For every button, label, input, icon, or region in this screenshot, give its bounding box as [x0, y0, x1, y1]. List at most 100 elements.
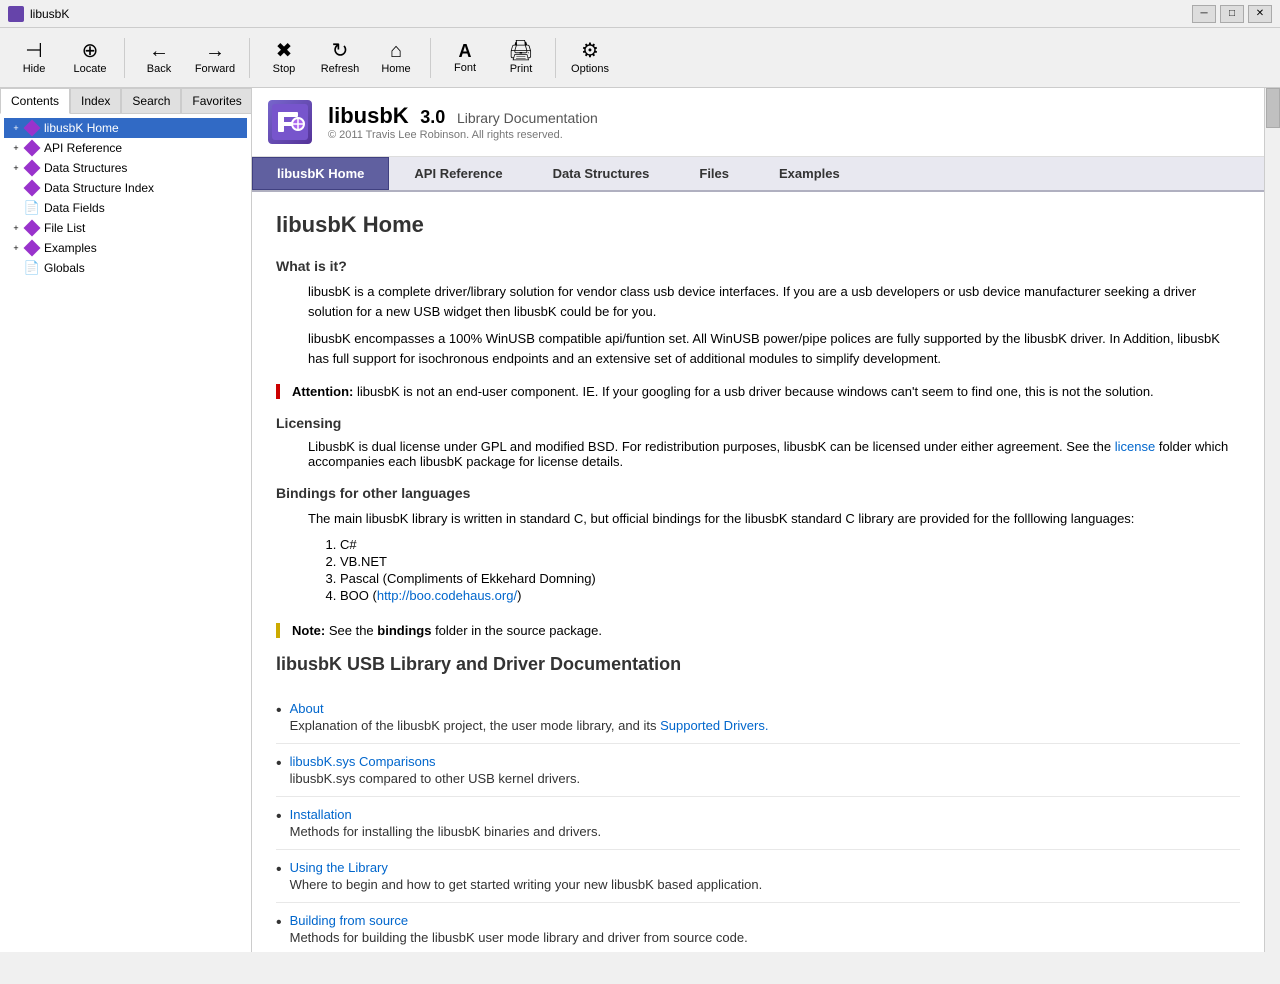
font-button[interactable]: A Font — [439, 32, 491, 84]
forward-button[interactable]: → Forward — [189, 32, 241, 84]
titlebar-controls: ─ □ ✕ — [1192, 5, 1272, 23]
home-button[interactable]: ⌂ Home — [370, 32, 422, 84]
list-item: VB.NET — [340, 554, 1240, 569]
expand-icon[interactable]: + — [8, 143, 24, 153]
options-button[interactable]: ⚙ Options — [564, 32, 616, 84]
logo-svg — [272, 104, 308, 140]
sidebar: Contents Index Search Favorites + libusb… — [0, 88, 252, 952]
content-area: libusbK 3.0 Library Documentation © 2011… — [252, 88, 1264, 952]
diamond-icon — [24, 240, 40, 256]
content-header: libusbK 3.0 Library Documentation © 2011… — [252, 88, 1264, 157]
main-layout: Contents Index Search Favorites + libusb… — [0, 88, 1280, 952]
content-body: libusbK Home What is it? libusbK is a co… — [252, 192, 1264, 952]
licensing-title: Licensing — [276, 415, 1240, 431]
stop-icon: ✖ — [276, 41, 293, 61]
bindings-intro: The main libusbK library is written in s… — [308, 509, 1240, 529]
nav-tab-home[interactable]: libusbK Home — [252, 157, 389, 190]
installation-link[interactable]: Installation — [290, 807, 601, 822]
usb-section-title: libusbK USB Library and Driver Documenta… — [276, 654, 1240, 675]
minimize-button[interactable]: ─ — [1192, 5, 1216, 23]
boo-link[interactable]: http://boo.codehaus.org/ — [377, 588, 517, 603]
font-label: Font — [454, 62, 476, 74]
titlebar-left: libusbK — [8, 6, 69, 22]
toolbar-sep-1 — [124, 38, 125, 78]
sidebar-item-libusbk-home[interactable]: + libusbK Home — [4, 118, 247, 138]
licensing-text: LibusbK is dual license under GPL and mo… — [308, 439, 1111, 454]
locate-button[interactable]: ⊕ Locate — [64, 32, 116, 84]
options-icon: ⚙ — [581, 41, 599, 61]
what-is-it-section: What is it? libusbK is a complete driver… — [276, 258, 1240, 368]
installation-desc: Methods for installing the libusbK binar… — [290, 824, 601, 839]
sidebar-item-api-reference[interactable]: + API Reference — [4, 138, 247, 158]
building-source-link[interactable]: Building from source — [290, 913, 748, 928]
tree-item-label: File List — [44, 221, 85, 235]
doc-icon: 📄 — [24, 200, 40, 216]
expand-icon[interactable]: + — [8, 223, 24, 233]
refresh-button[interactable]: ↻ Refresh — [314, 32, 366, 84]
sidebar-content: + libusbK Home + API Reference + Data St… — [0, 114, 251, 952]
doc-list-text-building-source: Building from source Methods for buildin… — [290, 913, 748, 945]
maximize-button[interactable]: □ — [1220, 5, 1244, 23]
libusbk-sys-desc: libusbK.sys compared to other USB kernel… — [290, 771, 580, 786]
home-icon: ⌂ — [390, 41, 402, 61]
licensing-content: LibusbK is dual license under GPL and mo… — [276, 439, 1240, 469]
scrollbar-thumb[interactable] — [1266, 88, 1280, 128]
list-item-building-source: Building from source Methods for buildin… — [276, 903, 1240, 953]
expand-icon[interactable]: + — [8, 243, 24, 253]
back-button[interactable]: ← Back — [133, 32, 185, 84]
toolbar-sep-4 — [555, 38, 556, 78]
what-is-it-para2: libusbK encompasses a 100% WinUSB compat… — [308, 329, 1240, 368]
home-label: Home — [381, 63, 410, 75]
sidebar-item-globals[interactable]: 📄 Globals — [4, 258, 247, 278]
note-text: See the bindings folder in the source pa… — [329, 623, 602, 638]
nav-tab-api[interactable]: API Reference — [389, 157, 527, 190]
print-button[interactable]: 🖨 Print — [495, 32, 547, 84]
tab-favorites[interactable]: Favorites — [181, 88, 252, 113]
sidebar-item-data-structure-index[interactable]: Data Structure Index — [4, 178, 247, 198]
sidebar-item-file-list[interactable]: + File List — [4, 218, 247, 238]
print-icon: 🖨 — [508, 41, 533, 61]
locate-icon: ⊕ — [82, 41, 99, 61]
tree-item-label: Data Structure Index — [44, 181, 154, 195]
nav-tab-data-structures[interactable]: Data Structures — [528, 157, 675, 190]
bindings-section: Bindings for other languages The main li… — [276, 485, 1240, 603]
forward-label: Forward — [195, 63, 235, 75]
sidebar-item-examples[interactable]: + Examples — [4, 238, 247, 258]
doc-list-text-about: About Explanation of the libusbK project… — [290, 701, 769, 733]
stop-label: Stop — [273, 63, 296, 75]
tab-index[interactable]: Index — [70, 88, 121, 113]
about-link[interactable]: About — [290, 701, 769, 716]
attention-bar — [276, 384, 280, 399]
diamond-icon — [24, 140, 40, 156]
expand-icon[interactable]: + — [8, 163, 24, 173]
refresh-icon: ↻ — [332, 41, 349, 61]
sidebar-item-data-fields[interactable]: 📄 Data Fields — [4, 198, 247, 218]
tree-item-label: Globals — [44, 261, 85, 275]
close-button[interactable]: ✕ — [1248, 5, 1272, 23]
scrollbar-track — [1264, 88, 1280, 952]
tab-search[interactable]: Search — [121, 88, 181, 113]
note-section: Note: See the bindings folder in the sou… — [276, 623, 1240, 638]
stop-button[interactable]: ✖ Stop — [258, 32, 310, 84]
bindings-bold: bindings — [377, 623, 431, 638]
font-icon: A — [459, 42, 472, 60]
diamond-icon — [24, 120, 40, 136]
license-link[interactable]: license — [1115, 439, 1155, 454]
doc-list-text-installation: Installation Methods for installing the … — [290, 807, 601, 839]
nav-tab-examples[interactable]: Examples — [754, 157, 865, 190]
hide-button[interactable]: ⊣ Hide — [8, 32, 60, 84]
note-content: Note: See the bindings folder in the sou… — [292, 623, 602, 638]
supported-drivers-link[interactable]: Supported Drivers. — [660, 718, 768, 733]
sidebar-item-data-structures[interactable]: + Data Structures — [4, 158, 247, 178]
libusbk-sys-link[interactable]: libusbK.sys Comparisons — [290, 754, 580, 769]
app-title: libusbK — [30, 7, 69, 21]
nav-tab-files[interactable]: Files — [674, 157, 754, 190]
expand-icon[interactable]: + — [8, 123, 24, 133]
list-item: C# — [340, 537, 1240, 552]
building-source-desc: Methods for building the libusbK user mo… — [290, 930, 748, 945]
attention-title: Attention: — [292, 384, 353, 399]
tab-contents[interactable]: Contents — [0, 88, 70, 114]
using-library-link[interactable]: Using the Library — [290, 860, 763, 875]
list-item: Pascal (Compliments of Ekkehard Domning) — [340, 571, 1240, 586]
tree-item-label: API Reference — [44, 141, 122, 155]
